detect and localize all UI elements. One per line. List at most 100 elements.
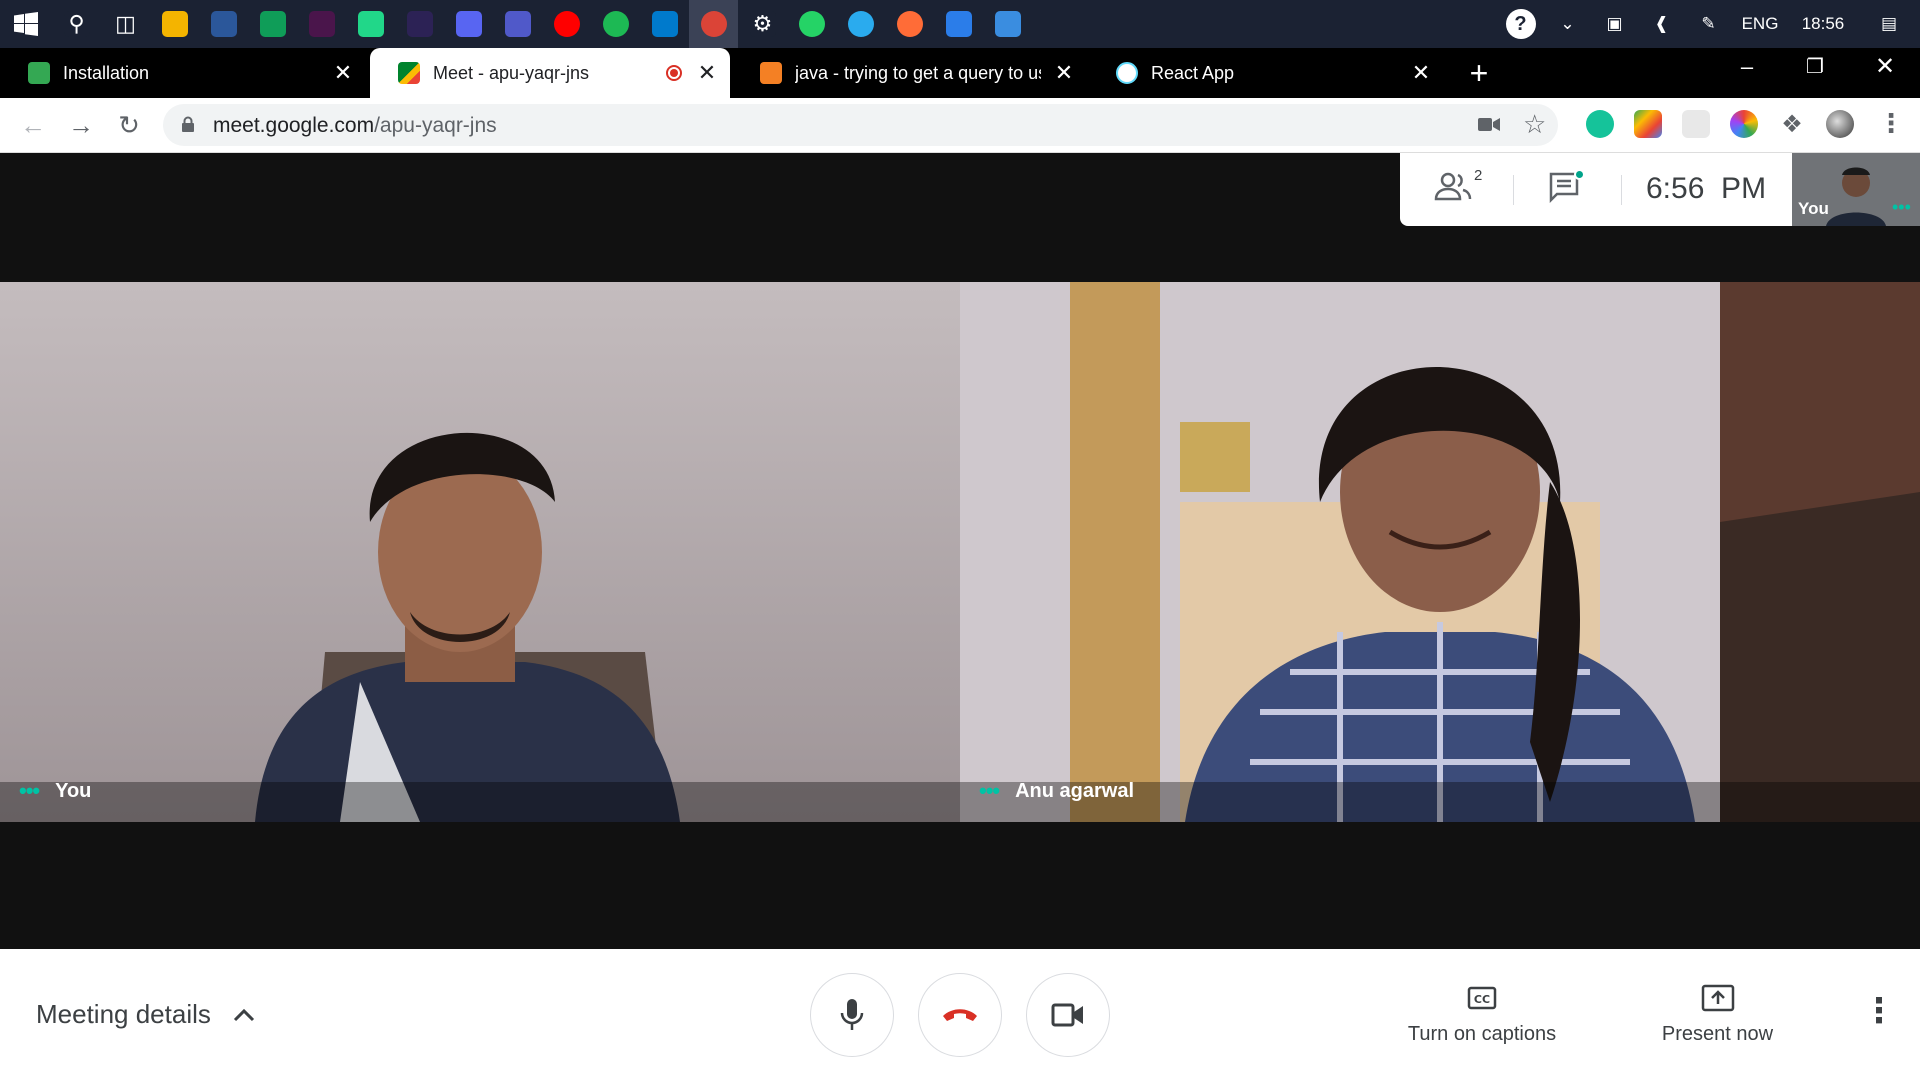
tab-react-app[interactable]: React App ✕ bbox=[1088, 48, 1444, 98]
discord-taskbar-button[interactable] bbox=[444, 0, 493, 48]
tab-meet[interactable]: Meet - apu-yaqr-jns ✕ bbox=[370, 48, 730, 98]
back-button[interactable]: ← bbox=[16, 108, 50, 142]
restore-button[interactable]: ❐ bbox=[1792, 54, 1838, 84]
profile-avatar[interactable] bbox=[1826, 110, 1854, 138]
teams-taskbar-button[interactable] bbox=[493, 0, 542, 48]
close-tab-icon[interactable]: ✕ bbox=[694, 60, 720, 86]
redirect-app-icon bbox=[994, 11, 1021, 37]
microphone-button[interactable] bbox=[810, 973, 894, 1057]
redirect-app-taskbar-button[interactable] bbox=[983, 0, 1032, 48]
participant-count: 2 bbox=[1474, 167, 1483, 184]
spotify-taskbar-button[interactable] bbox=[591, 0, 640, 48]
search-taskbar-button[interactable]: ⚲ bbox=[52, 0, 101, 48]
notification-icon[interactable]: ▤ bbox=[1858, 0, 1920, 48]
tab-title: Meet - apu-yaqr-jns bbox=[433, 62, 590, 83]
participant-video-you bbox=[0, 282, 960, 822]
sync-app-taskbar-button[interactable] bbox=[248, 0, 297, 48]
search-icon: ⚲ bbox=[63, 11, 90, 37]
whatsapp-taskbar-button[interactable] bbox=[787, 0, 836, 48]
pen-icon[interactable]: ✎ bbox=[1685, 0, 1732, 48]
installation-favicon-icon bbox=[28, 62, 50, 84]
self-view-thumbnail[interactable]: You ••• bbox=[1792, 153, 1920, 226]
close-tab-icon[interactable]: ✕ bbox=[1408, 60, 1434, 86]
present-now-button[interactable]: Present now bbox=[1640, 981, 1795, 1046]
microphone-icon bbox=[840, 999, 864, 1030]
address-bar[interactable]: meet.google.com/apu-yaqr-jns ☆ bbox=[163, 104, 1558, 146]
pycharm-taskbar-button[interactable] bbox=[346, 0, 395, 48]
word-taskbar-button[interactable] bbox=[199, 0, 248, 48]
vscode-icon bbox=[651, 11, 678, 37]
grid-extension-icon[interactable] bbox=[1682, 110, 1710, 138]
self-more-dots-icon[interactable]: ••• bbox=[1892, 197, 1911, 218]
hang-up-icon bbox=[943, 1009, 977, 1021]
whatsapp-icon bbox=[798, 11, 825, 37]
system-tray: ? ⌄ ▣ ❰ ✎ ENG 18:56 ▤ bbox=[1497, 0, 1920, 48]
tab-stackoverflow[interactable]: java - trying to get a query to use ✕ bbox=[732, 48, 1087, 98]
participants-button[interactable]: 2 bbox=[1434, 167, 1484, 207]
palette-extension-icon[interactable] bbox=[1634, 110, 1662, 138]
postman-taskbar-button[interactable] bbox=[885, 0, 934, 48]
url-text: meet.google.com/apu-yaqr-jns bbox=[213, 114, 497, 138]
color-wheel-extension-icon[interactable] bbox=[1730, 110, 1758, 138]
settings-gear-icon: ⚙ bbox=[749, 11, 776, 37]
new-tab-button[interactable]: + bbox=[1462, 56, 1496, 90]
close-tab-icon[interactable]: ✕ bbox=[1051, 60, 1077, 86]
windows-taskbar: ⚲ ◫ ⚙ ? ⌄ ▣ ❰ ✎ ENG 18:56 ▤ bbox=[0, 0, 1920, 48]
lock-icon bbox=[182, 116, 194, 132]
slack-icon bbox=[308, 11, 335, 37]
meet-favicon-icon bbox=[398, 62, 420, 84]
more-options-dots-icon[interactable]: ••• bbox=[979, 778, 1000, 804]
closed-captions-icon: CC bbox=[1467, 986, 1497, 1010]
video-tile-you[interactable]: ••• You bbox=[0, 282, 960, 822]
reload-button[interactable]: ↻ bbox=[112, 108, 146, 142]
vscode-taskbar-button[interactable] bbox=[640, 0, 689, 48]
display-icon[interactable]: ▣ bbox=[1591, 0, 1638, 48]
task-view-icon: ◫ bbox=[112, 11, 139, 37]
meeting-details-label: Meeting details bbox=[36, 999, 211, 1029]
wifi-icon[interactable]: ❰ bbox=[1638, 0, 1685, 48]
grammarly-extension-icon[interactable] bbox=[1586, 110, 1614, 138]
wps-writer-taskbar-button[interactable] bbox=[934, 0, 983, 48]
close-tab-icon[interactable]: ✕ bbox=[330, 60, 356, 86]
tab-title: java - trying to get a query to use bbox=[795, 62, 1041, 83]
file-explorer-taskbar-button[interactable] bbox=[150, 0, 199, 48]
chrome-taskbar-button[interactable] bbox=[689, 0, 738, 48]
more-options-dots-icon[interactable]: ••• bbox=[19, 778, 40, 804]
postman-icon bbox=[896, 11, 923, 37]
chat-button[interactable] bbox=[1548, 169, 1588, 207]
chevron-up-icon[interactable]: ⌄ bbox=[1544, 0, 1591, 48]
captions-button[interactable]: CC Turn on captions bbox=[1392, 981, 1572, 1046]
tab-installation[interactable]: Installation ✕ bbox=[0, 48, 366, 98]
slack-taskbar-button[interactable] bbox=[297, 0, 346, 48]
camera-in-use-icon[interactable] bbox=[1478, 117, 1500, 132]
minimize-button[interactable]: – bbox=[1724, 54, 1770, 84]
meeting-details-button[interactable]: Meeting details bbox=[36, 999, 255, 1030]
camera-button[interactable] bbox=[1026, 973, 1110, 1057]
eclipse-taskbar-button[interactable] bbox=[395, 0, 444, 48]
extensions-puzzle-icon[interactable]: ❖ bbox=[1778, 110, 1806, 138]
discord-icon bbox=[455, 11, 482, 37]
close-window-button[interactable]: ✕ bbox=[1862, 52, 1908, 82]
meet-stage: 2 6:56 PM You ••• ••• You ••• Anu agarwa… bbox=[0, 153, 1920, 949]
task-view-taskbar-button[interactable]: ◫ bbox=[101, 0, 150, 48]
file-explorer-icon bbox=[161, 11, 188, 37]
more-options-icon[interactable]: ⋮ bbox=[1862, 991, 1896, 1031]
start-button[interactable] bbox=[0, 0, 52, 48]
youtube-music-taskbar-button[interactable] bbox=[542, 0, 591, 48]
chrome-icon bbox=[700, 11, 727, 37]
present-now-label: Present now bbox=[1661, 1023, 1774, 1045]
language-indicator[interactable]: ENG bbox=[1732, 0, 1788, 48]
participant-video-anu bbox=[960, 282, 1920, 822]
settings-gear-taskbar-button[interactable]: ⚙ bbox=[738, 0, 787, 48]
windows-logo-icon bbox=[14, 12, 38, 36]
forward-button[interactable]: → bbox=[64, 108, 98, 142]
pycharm-icon bbox=[357, 11, 384, 37]
clock[interactable]: 18:56 bbox=[1788, 0, 1858, 48]
more-menu-icon[interactable]: ⋮ bbox=[1878, 108, 1904, 139]
spotify-icon bbox=[602, 11, 629, 37]
video-tile-anu-agarwal[interactable]: ••• Anu agarwal bbox=[960, 282, 1920, 822]
telegram-taskbar-button[interactable] bbox=[836, 0, 885, 48]
leave-call-button[interactable] bbox=[918, 973, 1002, 1057]
bookmark-star-icon[interactable]: ☆ bbox=[1523, 109, 1546, 140]
help-icon[interactable]: ? bbox=[1497, 0, 1544, 48]
